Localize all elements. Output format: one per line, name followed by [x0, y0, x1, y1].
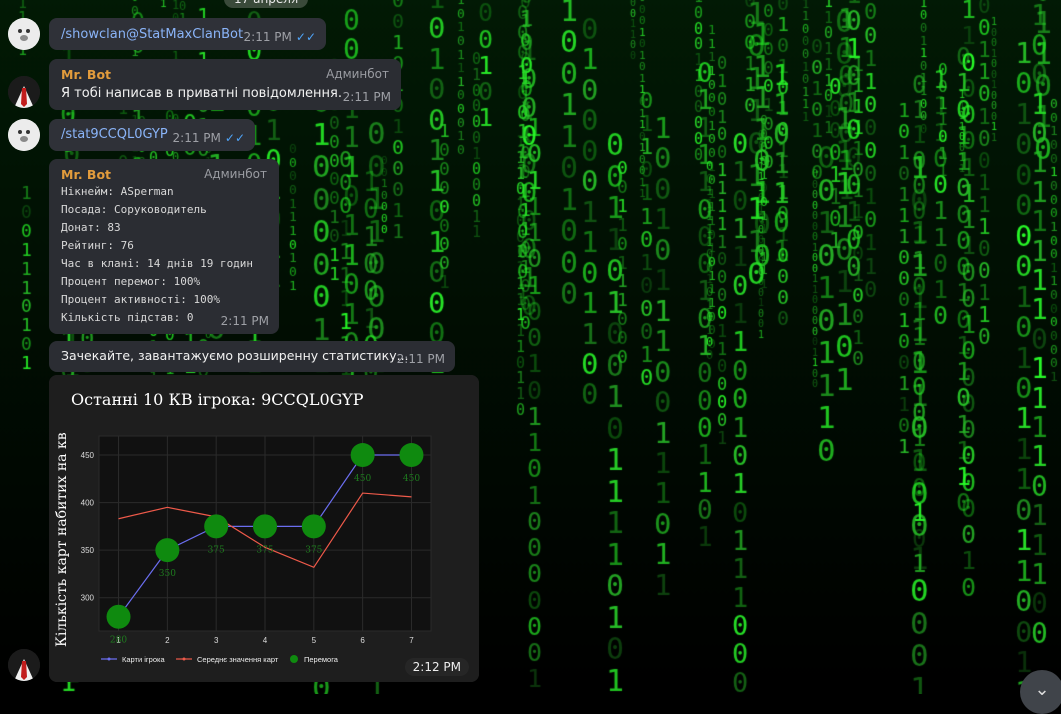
- y-tick-label: 300: [81, 594, 95, 603]
- suit-tie-icon: [8, 649, 40, 681]
- stat-line: Процент перемог: 100%: [61, 273, 267, 291]
- suit-tie-icon: [8, 76, 40, 108]
- y-tick-label: 450: [81, 451, 95, 460]
- y-tick-label: 400: [81, 499, 95, 508]
- x-tick-label: 4: [263, 636, 268, 645]
- read-checkmarks-icon: ✓✓: [296, 30, 316, 44]
- user-avatar[interactable]: [8, 18, 40, 50]
- legend-label: Перемога: [304, 655, 339, 664]
- y-axis-label: Кількість карт набитих на кв: [54, 432, 70, 647]
- win-marker: [302, 514, 326, 538]
- sender-role: Админбот: [204, 167, 267, 181]
- win-marker: [399, 443, 423, 467]
- stat-line: Нікнейм: ASperman: [61, 183, 267, 201]
- x-tick-label: 3: [214, 636, 219, 645]
- win-marker: [107, 605, 131, 629]
- win-marker: [204, 514, 228, 538]
- message-bubble[interactable]: /showclan@StatMaxClanBot 2:11 PM✓✓: [49, 18, 326, 50]
- scroll-down-button[interactable]: ⌄: [1020, 670, 1061, 714]
- bot-avatar[interactable]: [8, 649, 40, 681]
- stats-message-bubble[interactable]: Mr. Bot Админбот Нікнейм: ASperman Посад…: [49, 159, 279, 334]
- message-time: 2:11 PM: [397, 352, 445, 366]
- x-tick-label: 6: [360, 636, 365, 645]
- chart-image-message[interactable]: Останні 10 КВ ігрока: 9CCQL0GYP Кількіст…: [49, 375, 479, 682]
- white-dog-icon: [8, 18, 40, 50]
- stat-line: Рейтинг: 76: [61, 237, 267, 255]
- date-pill: 17 апреля: [224, 0, 308, 8]
- legend-swatch-dot: [108, 658, 111, 661]
- legend-swatch: [290, 655, 298, 663]
- stat-line: Процент активності: 100%: [61, 291, 267, 309]
- bot-avatar[interactable]: [8, 76, 40, 108]
- sender-role: Админбот: [326, 67, 389, 81]
- chart-legend: Карти ігрока Середнє значення карт Перемог…: [101, 655, 339, 664]
- white-dog-icon: [8, 119, 40, 151]
- stat-line: Час в клані: 14 днів 19 годин: [61, 255, 267, 273]
- message-time: 2:12 PM: [405, 658, 469, 676]
- stat-line: Посада: Соруководитель: [61, 201, 267, 219]
- stats-chart: Останні 10 КВ ігрока: 9CCQL0GYP Кількіст…: [49, 375, 479, 682]
- message-bubble[interactable]: Зачекайте, завантажуємо розширенну стати…: [49, 341, 455, 372]
- legend-swatch-dot: [183, 658, 186, 661]
- message-bubble[interactable]: Mr. Bot Админбот Я тобі написав в приват…: [49, 59, 401, 110]
- x-tick-label: 5: [312, 636, 317, 645]
- data-label: 350: [159, 569, 176, 579]
- message-bubble[interactable]: /stat9CCQL0GYP 2:11 PM✓✓: [49, 119, 255, 151]
- user-avatar[interactable]: [8, 119, 40, 151]
- message-time: 2:11 PM: [221, 314, 269, 328]
- read-checkmarks-icon: ✓✓: [225, 131, 245, 145]
- message-time: 2:11 PM✓✓: [244, 30, 316, 44]
- message-text: Я тобі написав в приватні повідомлення.: [61, 86, 389, 101]
- chart-title: Останні 10 КВ ігрока: 9CCQL0GYP: [71, 390, 364, 409]
- data-label: 280: [110, 636, 127, 646]
- data-label: 450: [403, 474, 420, 484]
- data-label: 375: [256, 545, 273, 555]
- message-time: 2:11 PM✓✓: [173, 131, 245, 145]
- message-text: Зачекайте, завантажуємо розширенну стати…: [61, 348, 409, 363]
- win-marker: [351, 443, 375, 467]
- data-label: 375: [208, 545, 225, 555]
- win-marker: [155, 538, 179, 562]
- message-time: 2:11 PM: [343, 90, 391, 104]
- data-label: 450: [354, 474, 371, 484]
- y-tick-label: 350: [81, 546, 95, 555]
- stat-line: Донат: 83: [61, 219, 267, 237]
- command-link[interactable]: /stat9CCQL0GYP: [61, 127, 168, 142]
- win-marker: [253, 514, 277, 538]
- legend-label: Середнє значення карт: [197, 655, 279, 664]
- x-tick-label: 7: [409, 636, 414, 645]
- command-link[interactable]: /showclan@StatMaxClanBot: [61, 27, 243, 42]
- x-tick-label: 2: [165, 636, 170, 645]
- chevron-down-icon: ⌄: [1034, 679, 1049, 700]
- legend-label: Карти ігрока: [122, 655, 165, 664]
- data-label: 375: [305, 545, 322, 555]
- stats-list: Нікнейм: ASperman Посада: Соруководитель…: [61, 183, 267, 327]
